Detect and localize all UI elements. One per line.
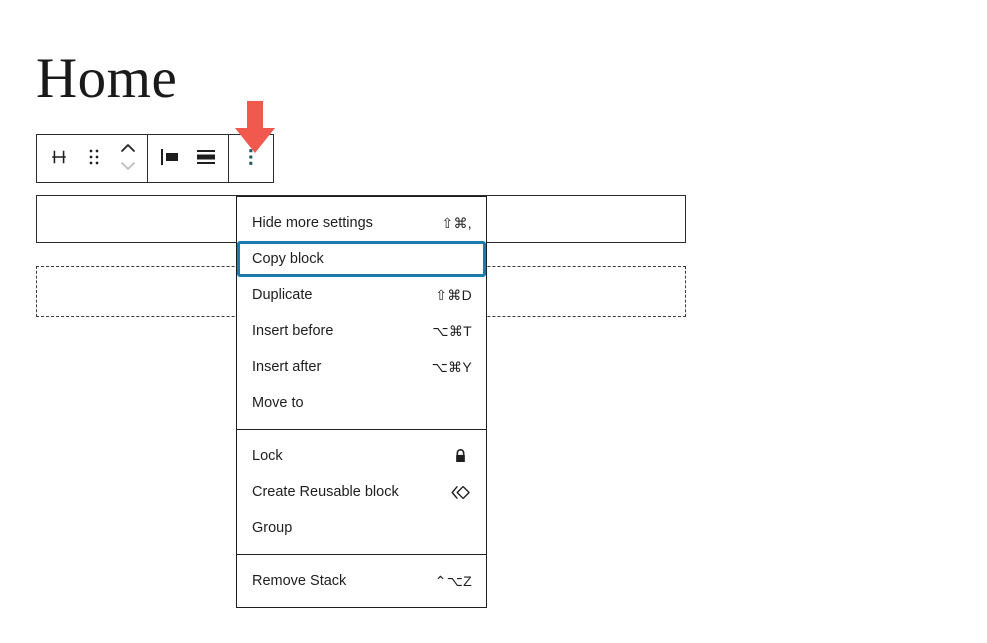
menu-item-label: Hide more settings (252, 216, 373, 231)
menu-item-label: Group (252, 521, 292, 536)
block-type-icon-button[interactable] (41, 135, 77, 182)
lock-icon (448, 444, 472, 468)
menu-item-shortcut: ⌥⌘Y (432, 360, 472, 374)
menu-item-hide-more-settings[interactable]: Hide more settings ⇧⌘, (237, 205, 486, 241)
menu-item-label: Move to (252, 396, 304, 411)
block-mover-button[interactable] (111, 135, 145, 182)
toolbar-group-alignment (147, 135, 228, 182)
menu-item-label: Lock (252, 449, 283, 464)
menu-group-remove: Remove Stack ⌃⌥Z (237, 554, 486, 607)
menu-item-create-reusable-block[interactable]: Create Reusable block (237, 474, 486, 510)
more-options-button[interactable] (233, 135, 269, 182)
menu-group-block-actions: Lock Create Reusable block Group (237, 429, 486, 554)
menu-item-duplicate[interactable]: Duplicate ⇧⌘D (237, 277, 486, 313)
menu-item-move-to[interactable]: Move to (237, 385, 486, 421)
menu-item-label: Duplicate (252, 288, 312, 303)
align-left-icon (158, 147, 182, 170)
menu-item-label: Create Reusable block (252, 485, 399, 500)
drag-dots-icon (85, 147, 103, 170)
vertical-dots-icon (243, 146, 259, 171)
more-options-dropdown: Hide more settings ⇧⌘, Copy block Duplic… (236, 196, 487, 608)
menu-item-label: Insert after (252, 360, 321, 375)
chevron-up-down-icon (118, 140, 138, 177)
drag-handle-button[interactable] (77, 135, 111, 182)
menu-item-lock[interactable]: Lock (237, 438, 486, 474)
menu-item-copy-block[interactable]: Copy block (237, 241, 486, 277)
page-title: Home (36, 46, 177, 112)
align-full-icon (194, 147, 218, 170)
align-left-button[interactable] (152, 135, 188, 182)
menu-item-insert-before[interactable]: Insert before ⌥⌘T (237, 313, 486, 349)
menu-item-shortcut: ⇧⌘, (441, 216, 472, 230)
block-toolbar (36, 134, 274, 183)
menu-item-shortcut: ⇧⌘D (435, 288, 472, 302)
toolbar-group-block-type (37, 135, 147, 182)
menu-group-settings: Hide more settings ⇧⌘, Copy block Duplic… (237, 197, 486, 429)
menu-item-group[interactable]: Group (237, 510, 486, 546)
toolbar-group-more-options (228, 135, 273, 182)
stack-h-icon (48, 146, 70, 171)
menu-item-label: Copy block (252, 252, 324, 267)
reusable-block-icon (448, 480, 472, 504)
menu-item-shortcut: ⌥⌘T (432, 324, 472, 338)
menu-item-remove-stack[interactable]: Remove Stack ⌃⌥Z (237, 563, 486, 599)
menu-item-insert-after[interactable]: Insert after ⌥⌘Y (237, 349, 486, 385)
menu-item-shortcut: ⌃⌥Z (435, 574, 472, 588)
menu-item-label: Remove Stack (252, 574, 346, 589)
align-full-button[interactable] (188, 135, 224, 182)
menu-item-label: Insert before (252, 324, 333, 339)
